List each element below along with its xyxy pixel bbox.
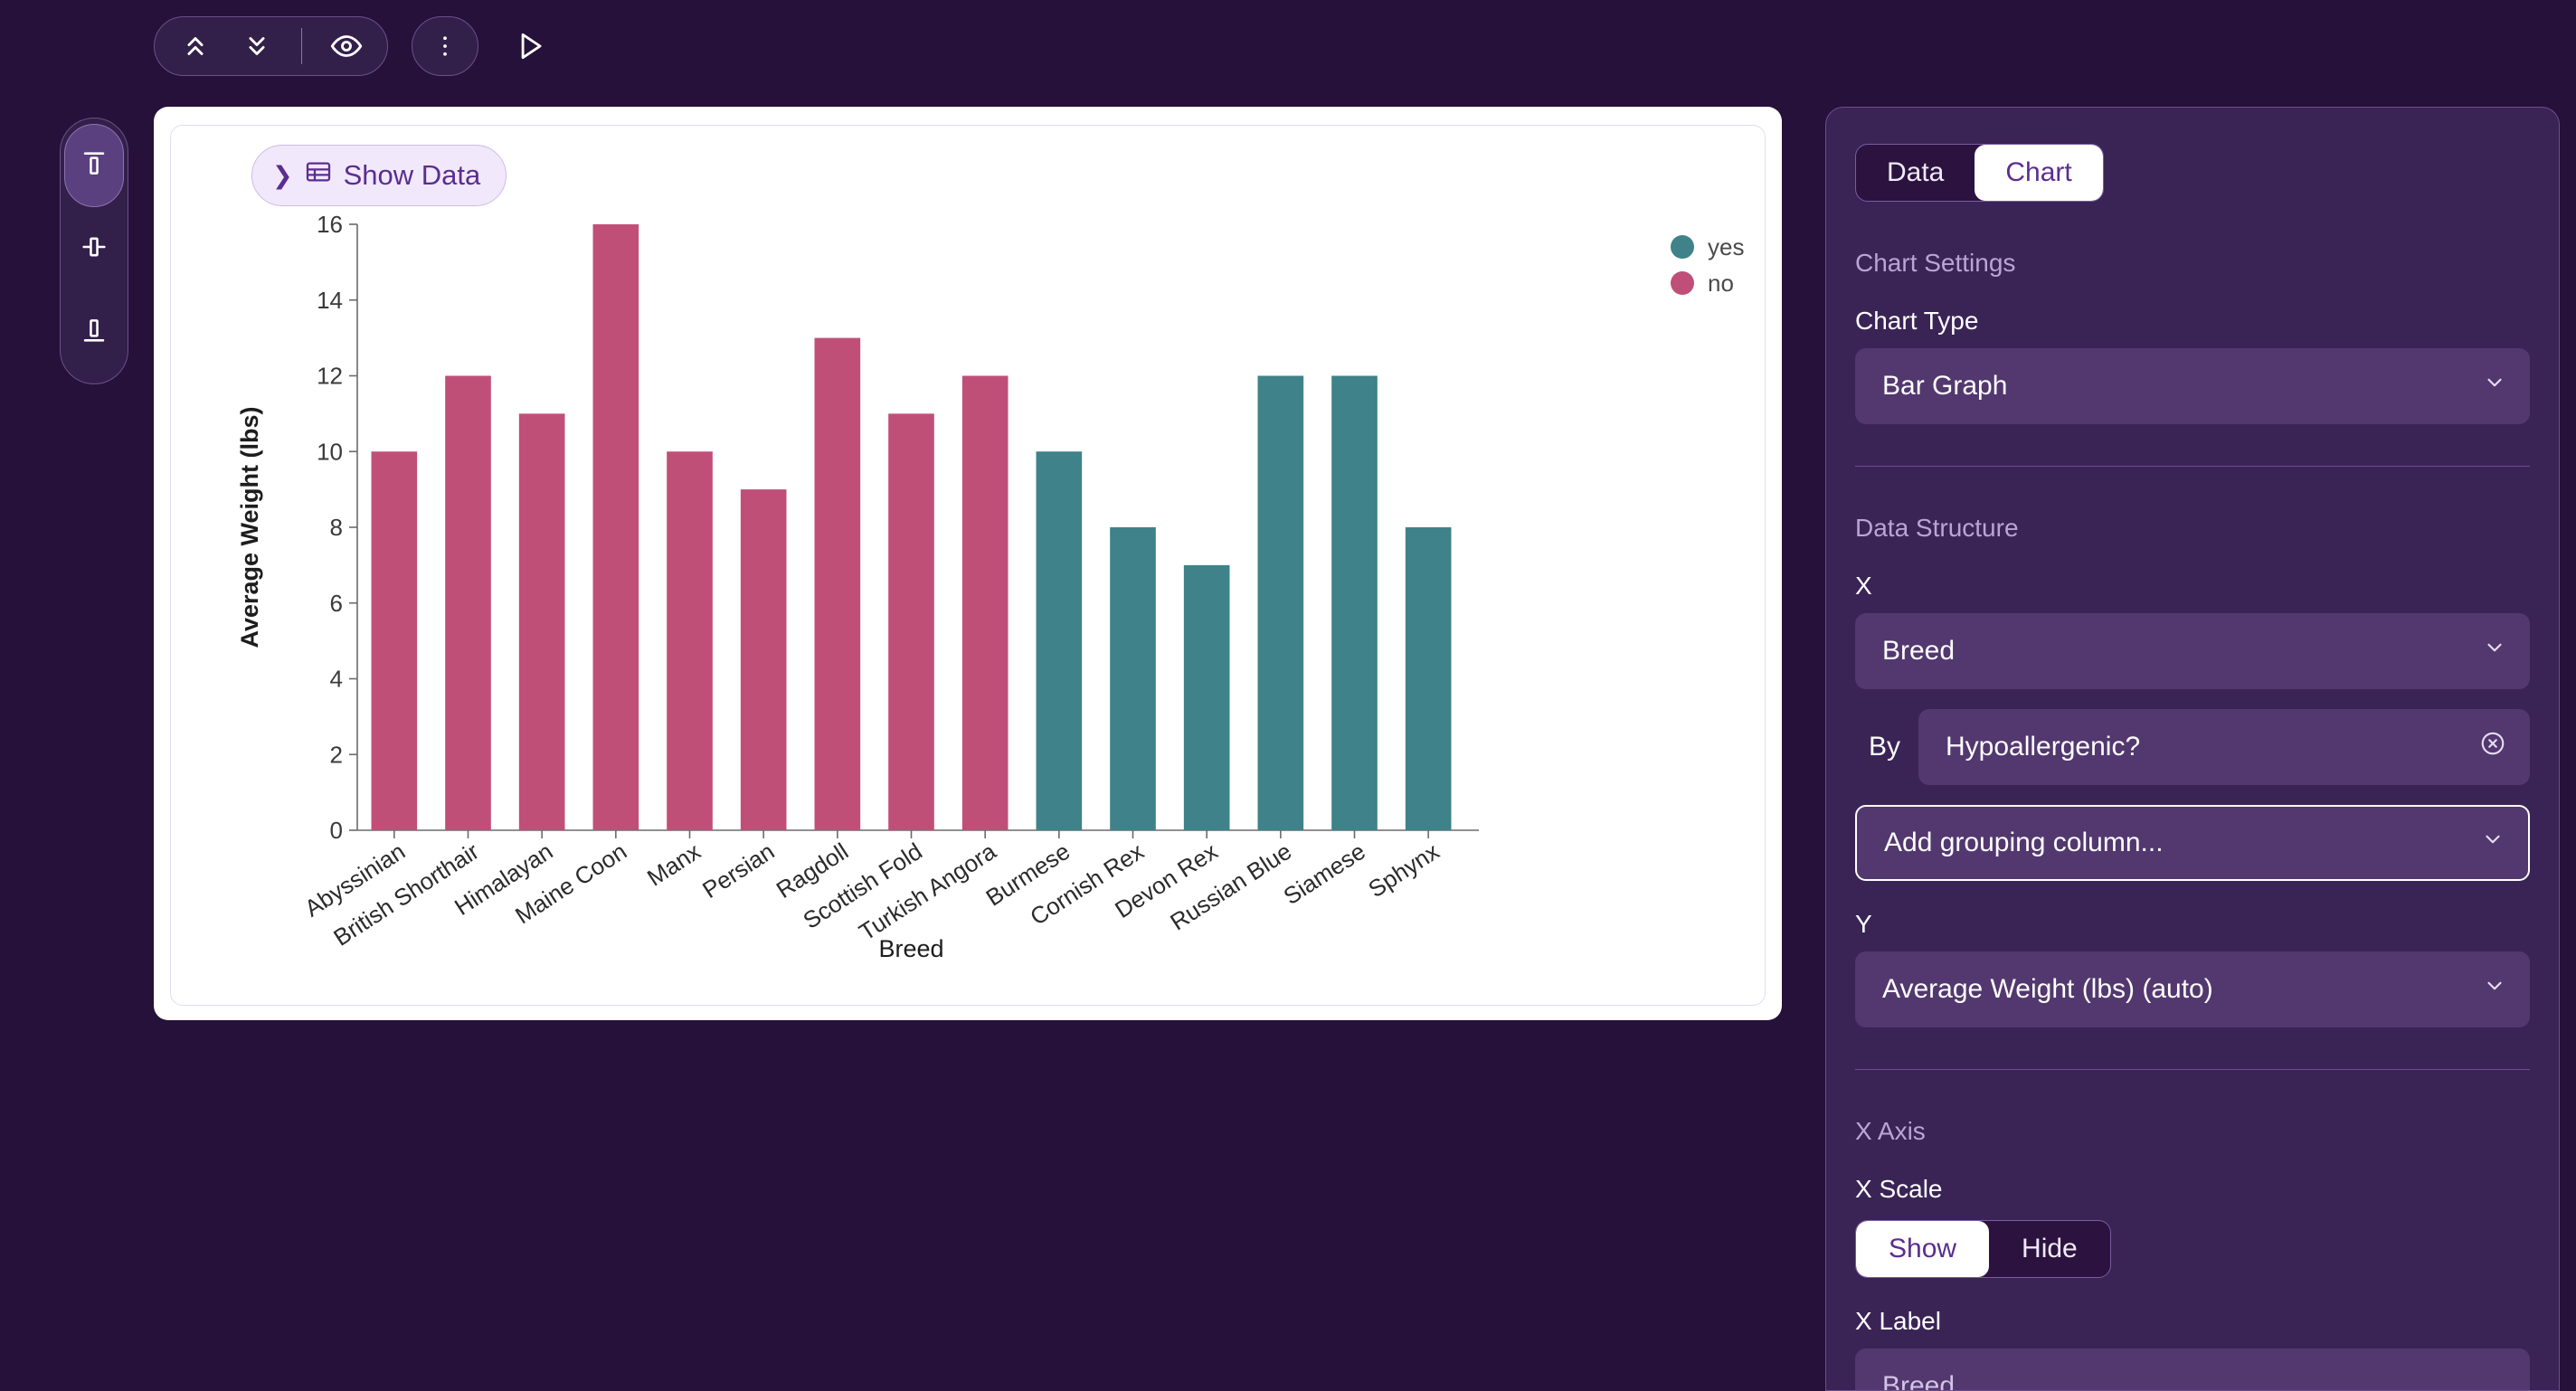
app-root: ❯ Show Data 0 2 4 6 8 10 12 14 16 Average Weight … bbox=[0, 0, 2576, 1391]
chart-card bbox=[154, 107, 1782, 1020]
section-divider-1 bbox=[1855, 466, 2530, 467]
left-alignment-rail bbox=[60, 118, 128, 384]
data-structure-section: Data Structure X Breed By Hypoallergenic… bbox=[1826, 514, 2559, 1070]
tab-data[interactable]: Data bbox=[1856, 145, 1975, 201]
x-column-select[interactable]: Breed bbox=[1855, 613, 2530, 689]
x-label-value: Breed bbox=[1882, 1371, 1956, 1391]
x-axis-section: X Axis X Scale Show Hide X Label Breed bbox=[1826, 1117, 2559, 1391]
chart-settings-panel: Data Chart Chart Settings Chart Type Bar… bbox=[1825, 107, 2560, 1391]
chevron-down-icon bbox=[2483, 371, 2506, 402]
toolbar-group-primary bbox=[154, 16, 388, 76]
top-toolbar bbox=[154, 16, 558, 76]
more-options-button[interactable] bbox=[412, 16, 478, 76]
chevron-down-icon bbox=[2481, 828, 2505, 858]
by-label: By bbox=[1868, 732, 1900, 762]
y-column-select[interactable]: Average Weight (lbs) (auto) bbox=[1855, 951, 2530, 1027]
align-bottom-icon bbox=[79, 315, 109, 350]
x-scale-show-button[interactable]: Show bbox=[1856, 1221, 1990, 1277]
chart-type-label: Chart Type bbox=[1855, 307, 1979, 335]
clear-grouping-icon[interactable] bbox=[2479, 730, 2506, 764]
x-scale-hide-button[interactable]: Hide bbox=[1989, 1221, 2110, 1277]
chart-card-inner bbox=[170, 125, 1766, 1006]
add-grouping-column-select[interactable]: Add grouping column... bbox=[1855, 805, 2530, 881]
play-icon bbox=[513, 29, 547, 63]
x-scale-label: X Scale bbox=[1855, 1175, 1943, 1203]
table-icon bbox=[304, 157, 333, 194]
chart-type-value: Bar Graph bbox=[1882, 371, 2008, 401]
x-label-input[interactable]: Breed bbox=[1855, 1348, 2530, 1391]
tab-chart[interactable]: Chart bbox=[1975, 145, 2103, 201]
show-data-toggle[interactable]: ❯ Show Data bbox=[251, 145, 507, 206]
run-button[interactable] bbox=[502, 18, 558, 74]
collapse-all-button[interactable] bbox=[167, 24, 223, 69]
chevron-right-icon: ❯ bbox=[272, 161, 293, 189]
chart-settings-section: Chart Settings Chart Type Bar Graph bbox=[1826, 249, 2559, 467]
add-grouping-column-value: Add grouping column... bbox=[1884, 828, 2164, 857]
x-axis-heading: X Axis bbox=[1855, 1117, 1926, 1145]
toolbar-divider bbox=[301, 28, 302, 64]
chevron-down-icon bbox=[2483, 636, 2506, 667]
group-by-field[interactable]: Hypoallergenic? bbox=[1918, 709, 2530, 785]
align-top-icon bbox=[79, 148, 109, 184]
chevrons-down-icon bbox=[242, 31, 272, 62]
expand-all-button[interactable] bbox=[229, 24, 285, 69]
chevrons-up-icon bbox=[180, 31, 211, 62]
panel-tabs: Data Chart bbox=[1855, 144, 2104, 202]
preview-button[interactable] bbox=[318, 24, 374, 69]
show-data-label: Show Data bbox=[343, 159, 481, 191]
x-column-value: Breed bbox=[1882, 636, 1956, 666]
x-field-label: X bbox=[1855, 572, 1872, 600]
align-top-button[interactable] bbox=[64, 124, 124, 207]
chevron-down-icon bbox=[2483, 974, 2506, 1005]
y-column-value: Average Weight (lbs) (auto) bbox=[1882, 974, 2213, 1004]
section-divider-2 bbox=[1855, 1069, 2530, 1070]
x-label-label: X Label bbox=[1855, 1307, 1941, 1335]
chart-settings-heading: Chart Settings bbox=[1855, 249, 2016, 277]
y-field-label: Y bbox=[1855, 910, 1872, 938]
x-scale-toggle: Show Hide bbox=[1855, 1220, 2111, 1278]
align-middle-button[interactable] bbox=[64, 207, 124, 290]
kebab-menu-icon bbox=[431, 33, 459, 60]
data-structure-heading: Data Structure bbox=[1855, 514, 2019, 542]
eye-icon bbox=[330, 30, 363, 62]
chart-type-select[interactable]: Bar Graph bbox=[1855, 348, 2530, 424]
align-middle-icon bbox=[79, 232, 109, 267]
group-by-value: Hypoallergenic? bbox=[1946, 732, 2141, 762]
align-bottom-button[interactable] bbox=[64, 290, 124, 374]
group-by-row: By Hypoallergenic? bbox=[1855, 709, 2530, 785]
